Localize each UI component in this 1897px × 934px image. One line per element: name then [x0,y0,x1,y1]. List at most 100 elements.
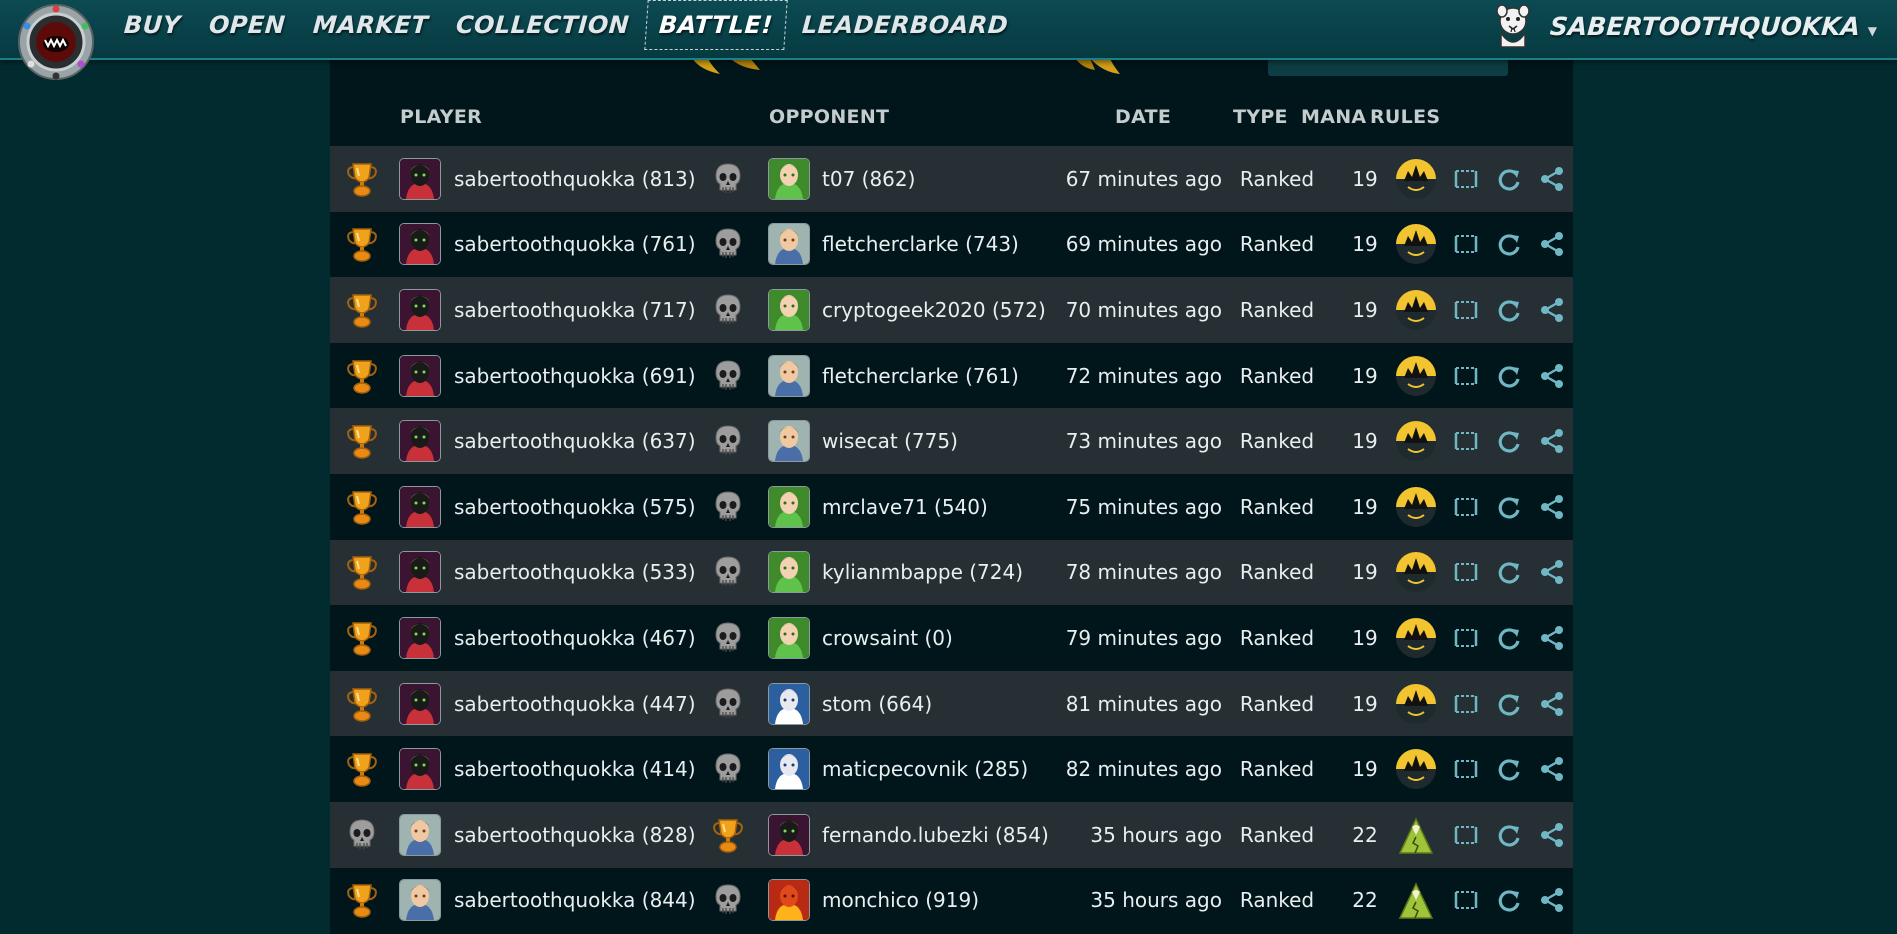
teams-view-icon[interactable] [1448,146,1484,212]
player-name[interactable]: sabertoothquokka (467) [454,605,696,671]
battle-row[interactable]: sabertoothquokka (575) mrclave71 (540) 75 … [330,473,1573,540]
night-rule-icon[interactable] [1374,277,1458,343]
night-rule-icon[interactable] [1374,343,1458,409]
teams-view-icon[interactable] [1448,868,1484,934]
teams-view-icon[interactable] [1448,671,1484,737]
opponent-avatar[interactable] [768,736,810,802]
summoner-portrait-icon[interactable] [399,748,441,791]
summoner-portrait-icon[interactable] [399,485,441,528]
splinterlands-logo-icon[interactable] [17,2,95,90]
nav-item-buy[interactable]: BUY [110,0,194,50]
player-name[interactable]: sabertoothquokka (691) [454,343,696,409]
opponent-name[interactable]: stom (664) [822,671,932,737]
player-avatar[interactable] [399,540,441,606]
replay-icon[interactable] [1491,408,1527,474]
replay-icon[interactable] [1491,212,1527,278]
replay-icon[interactable] [1491,802,1527,868]
player-name[interactable]: sabertoothquokka (844) [454,868,696,934]
teams-view-icon[interactable] [1448,540,1484,606]
player-avatar[interactable] [399,868,441,934]
share-icon[interactable] [1534,802,1570,868]
header-mana[interactable]: MANA [1301,106,1366,128]
nav-item-collection[interactable]: COLLECTION [443,0,644,50]
battle-row[interactable]: sabertoothquokka (414) maticpecovnik (285… [330,736,1573,802]
summoner-portrait-icon[interactable] [399,616,441,659]
player-name[interactable]: sabertoothquokka (717) [454,277,696,343]
opponent-avatar[interactable] [768,408,810,474]
battle-row[interactable]: sabertoothquokka (467) crowsaint (0) 79 mi… [330,605,1573,671]
replay-icon[interactable] [1491,277,1527,343]
replay-icon[interactable] [1491,736,1527,802]
share-icon[interactable] [1534,343,1570,409]
player-avatar[interactable] [399,474,441,540]
teams-view-icon[interactable] [1448,408,1484,474]
header-opponent[interactable]: OPPONENT [769,106,889,128]
earthquake-rule-icon[interactable] [1374,802,1458,868]
player-avatar[interactable] [399,146,441,212]
replay-icon[interactable] [1491,474,1527,540]
battle-row[interactable]: sabertoothquokka (637) wisecat (775) 73 mi… [330,408,1573,474]
teams-view-icon[interactable] [1448,277,1484,343]
night-rule-icon[interactable] [1374,212,1458,278]
battle-row[interactable]: sabertoothquokka (447) stom (664) 81 minut… [330,670,1573,737]
player-name[interactable]: sabertoothquokka (447) [454,671,696,737]
replay-icon[interactable] [1491,868,1527,934]
player-name[interactable]: sabertoothquokka (575) [454,474,696,540]
summoner-portrait-icon[interactable] [399,879,441,922]
share-icon[interactable] [1534,408,1570,474]
opponent-name[interactable]: monchico (919) [822,868,979,934]
summoner-portrait-icon[interactable] [768,748,810,791]
battle-row[interactable]: sabertoothquokka (533) kylianmbappe (724)… [330,539,1573,606]
player-name[interactable]: sabertoothquokka (761) [454,212,696,278]
share-icon[interactable] [1534,736,1570,802]
share-icon[interactable] [1534,474,1570,540]
summoner-portrait-icon[interactable] [399,157,441,200]
user-menu[interactable]: SABERTOOTHQUOKKA ▼ [1492,0,1877,52]
summoner-portrait-icon[interactable] [399,551,441,594]
night-rule-icon[interactable] [1374,474,1458,540]
teams-view-icon[interactable] [1448,605,1484,671]
opponent-avatar[interactable] [768,212,810,278]
replay-icon[interactable] [1491,146,1527,212]
battle-row[interactable]: sabertoothquokka (761) fletcherclarke (74… [330,211,1573,278]
night-rule-icon[interactable] [1374,146,1458,212]
replay-icon[interactable] [1491,540,1527,606]
opponent-avatar[interactable] [768,671,810,737]
summoner-portrait-icon[interactable] [768,157,810,200]
header-date[interactable]: DATE [1115,106,1171,128]
opponent-name[interactable]: fletcherclarke (761) [822,343,1019,409]
battle-row[interactable]: sabertoothquokka (717) cryptogeek2020 (57… [330,277,1573,343]
share-icon[interactable] [1534,277,1570,343]
summoner-portrait-icon[interactable] [399,288,441,331]
summoner-portrait-icon[interactable] [768,223,810,266]
share-icon[interactable] [1534,605,1570,671]
opponent-avatar[interactable] [768,540,810,606]
opponent-name[interactable]: kylianmbappe (724) [822,540,1023,606]
header-type[interactable]: TYPE [1233,106,1288,128]
share-icon[interactable] [1534,146,1570,212]
player-avatar[interactable] [399,802,441,868]
summoner-portrait-icon[interactable] [768,682,810,725]
opponent-avatar[interactable] [768,868,810,934]
opponent-name[interactable]: mrclave71 (540) [822,474,988,540]
player-avatar[interactable] [399,277,441,343]
player-name[interactable]: sabertoothquokka (414) [454,736,696,802]
teams-view-icon[interactable] [1448,802,1484,868]
player-name[interactable]: sabertoothquokka (813) [454,146,696,212]
night-rule-icon[interactable] [1374,540,1458,606]
night-rule-icon[interactable] [1374,408,1458,474]
nav-item-open[interactable]: OPEN [195,0,299,50]
nav-item-leaderboard[interactable]: LEADERBOARD [788,0,1022,50]
opponent-avatar[interactable] [768,277,810,343]
summoner-portrait-icon[interactable] [399,813,441,856]
opponent-name[interactable]: wisecat (775) [822,408,958,474]
night-rule-icon[interactable] [1374,671,1458,737]
summoner-portrait-icon[interactable] [768,813,810,856]
nav-item-market[interactable]: MARKET [299,0,442,50]
opponent-avatar[interactable] [768,474,810,540]
teams-view-icon[interactable] [1448,343,1484,409]
opponent-name[interactable]: crowsaint (0) [822,605,953,671]
battle-row[interactable]: sabertoothquokka (691) fletcherclarke (76… [330,342,1573,409]
battle-row[interactable]: sabertoothquokka (828) fernando.lubezki (… [330,801,1573,868]
player-avatar[interactable] [399,212,441,278]
